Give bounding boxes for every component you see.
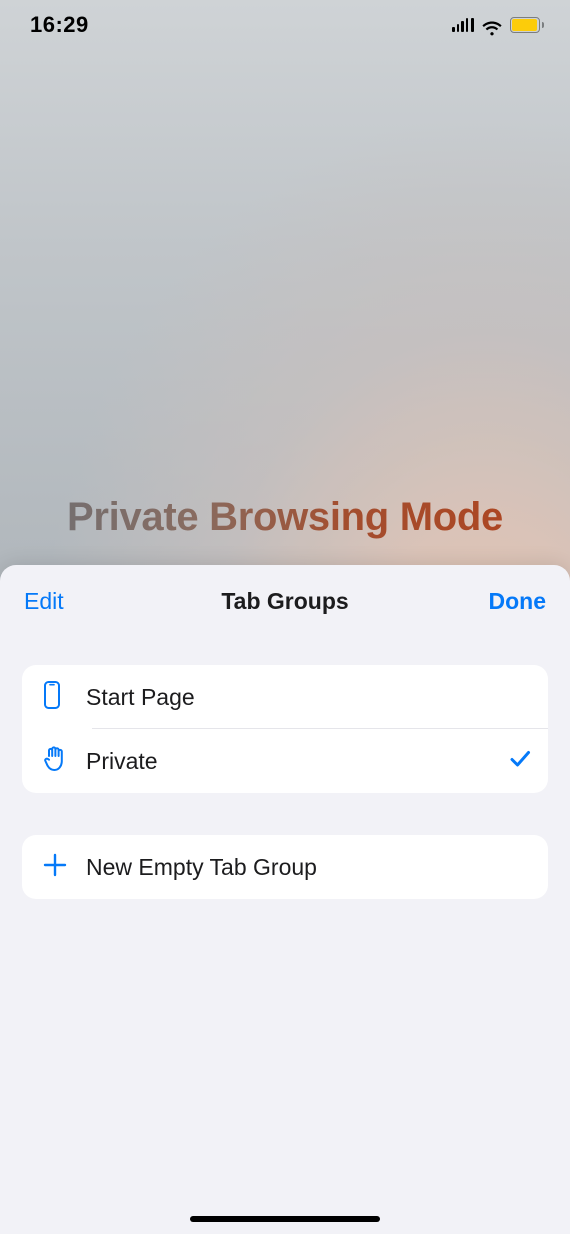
tab-group-start-page[interactable]: Start Page <box>22 665 548 729</box>
cellular-signal-icon <box>452 18 474 32</box>
sheet-header: Edit Tab Groups Done <box>0 565 570 637</box>
tab-groups-list: Start Page Private <box>22 665 548 793</box>
tab-group-private[interactable]: Private <box>22 729 548 793</box>
tab-group-label: Private <box>86 748 502 775</box>
new-tab-group-list: New Empty Tab Group <box>22 835 548 899</box>
hand-icon <box>42 744 68 779</box>
new-tab-group-label: New Empty Tab Group <box>86 854 502 881</box>
phone-icon <box>42 680 62 715</box>
tab-group-label: Start Page <box>86 684 502 711</box>
plus-icon <box>42 852 68 883</box>
tab-groups-sheet: Edit Tab Groups Done Start Page <box>0 565 570 1234</box>
status-time: 16:29 <box>30 12 89 38</box>
private-browsing-mode-label: Private Browsing Mode <box>0 495 570 540</box>
screen: 16:29 Private Browsing Mode <box>0 0 570 1234</box>
new-empty-tab-group-button[interactable]: New Empty Tab Group <box>22 835 548 899</box>
home-indicator[interactable] <box>190 1216 380 1222</box>
check-icon <box>508 747 532 776</box>
sheet-title: Tab Groups <box>0 588 570 615</box>
edit-button[interactable]: Edit <box>24 588 64 615</box>
battery-icon <box>510 17 544 33</box>
status-bar: 16:29 <box>0 0 570 50</box>
status-icons <box>452 17 544 33</box>
done-button[interactable]: Done <box>489 588 547 615</box>
wifi-icon <box>481 17 503 33</box>
